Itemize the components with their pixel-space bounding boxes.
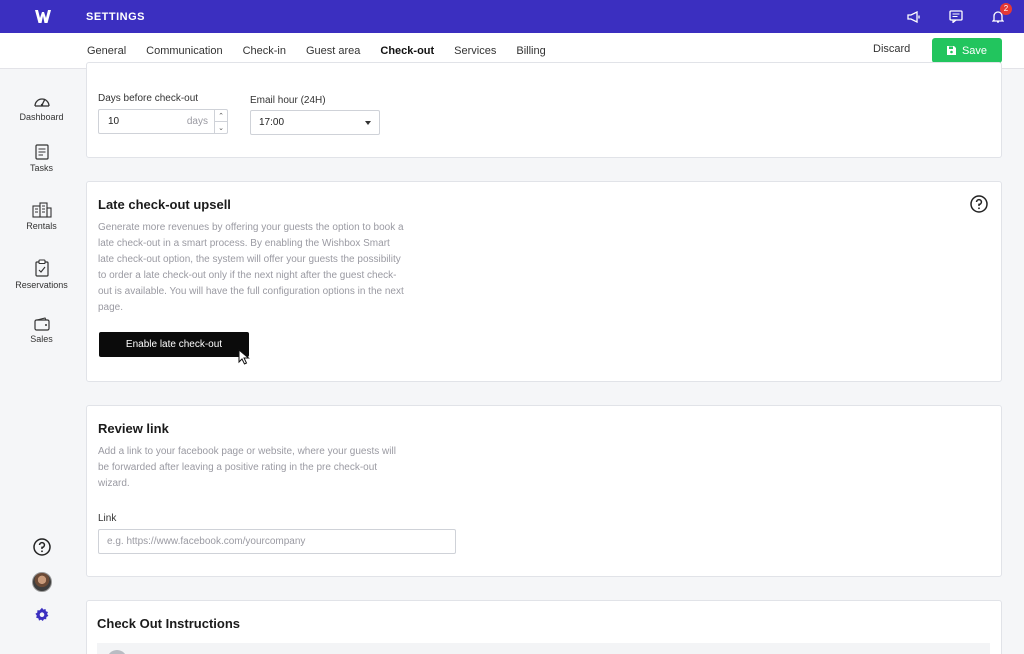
days-stepper[interactable]: ⌃ ⌄ xyxy=(214,110,227,133)
notification-badge: 2 xyxy=(1000,2,1012,15)
sidebar-item-reservations[interactable]: Reservations xyxy=(0,259,83,290)
avatar xyxy=(31,572,52,592)
email-hour-value: 17:00 xyxy=(259,117,285,128)
gear-icon xyxy=(34,607,48,621)
rentals-icon xyxy=(31,202,52,218)
stepper-down-icon[interactable]: ⌄ xyxy=(215,122,227,133)
checkout-instructions-card: Check Out Instructions xyxy=(86,600,1002,654)
days-value: 10 xyxy=(108,116,120,127)
days-before-label: Days before check-out xyxy=(98,93,199,104)
save-button[interactable]: Save xyxy=(932,38,1002,63)
tasks-icon xyxy=(34,144,49,160)
link-label: Link xyxy=(98,513,117,524)
instructions-editor[interactable] xyxy=(97,643,990,654)
user-avatar-button[interactable] xyxy=(0,572,83,592)
review-link-title: Review link xyxy=(98,421,169,436)
sidebar-item-rentals[interactable]: Rentals xyxy=(0,202,83,231)
reservations-icon xyxy=(34,259,49,277)
help-icon xyxy=(32,538,51,556)
checkout-reminder-card: Days before check-out 10 days ⌃ ⌄ Email … xyxy=(86,62,1002,158)
review-link-input[interactable] xyxy=(98,529,456,554)
save-label: Save xyxy=(961,44,988,57)
top-bar: SETTINGS 2 xyxy=(0,0,1024,33)
sidebar: Dashboard Tasks Rentals Reservations Sal… xyxy=(0,69,83,654)
sidebar-item-label: Sales xyxy=(30,334,53,344)
cursor-icon xyxy=(238,349,250,365)
sidebar-item-dashboard[interactable]: Dashboard xyxy=(0,93,83,122)
review-link-description: Add a link to your facebook page or webs… xyxy=(98,446,396,489)
sidebar-item-tasks[interactable]: Tasks xyxy=(0,144,83,173)
discard-button[interactable]: Discard xyxy=(873,33,910,65)
megaphone-icon[interactable] xyxy=(906,9,922,25)
logo-icon xyxy=(35,10,51,23)
dashboard-icon xyxy=(33,98,50,107)
sidebar-item-label: Tasks xyxy=(29,163,53,173)
days-before-input[interactable]: 10 days ⌃ ⌄ xyxy=(98,109,228,134)
app-title: SETTINGS xyxy=(86,10,146,23)
chat-icon[interactable] xyxy=(948,9,964,25)
avatar xyxy=(107,650,127,654)
late-checkout-title: Late check-out upsell xyxy=(98,197,231,212)
help-icon[interactable] xyxy=(970,195,988,213)
help-button[interactable] xyxy=(0,538,83,556)
email-hour-label: Email hour (24H) xyxy=(250,95,326,106)
checkout-instructions-title: Check Out Instructions xyxy=(97,616,241,631)
email-hour-select[interactable]: 17:00 xyxy=(250,110,380,135)
sidebar-item-label: Reservations xyxy=(15,280,68,290)
sidebar-item-label: Rentals xyxy=(26,221,57,231)
late-checkout-description: Generate more revenues by offering your … xyxy=(98,222,404,313)
chevron-down-icon xyxy=(365,120,371,125)
enable-late-checkout-button[interactable]: Enable late check-out xyxy=(99,332,249,357)
days-unit: days xyxy=(186,116,208,127)
sidebar-item-label: Dashboard xyxy=(19,112,64,122)
stepper-up-icon[interactable]: ⌃ xyxy=(215,110,227,122)
sidebar-item-sales[interactable]: Sales xyxy=(0,317,83,344)
wallet-icon xyxy=(33,317,50,331)
floppy-icon xyxy=(946,46,956,55)
brand-logo[interactable] xyxy=(0,0,86,33)
bell-icon[interactable]: 2 xyxy=(990,2,1012,25)
late-checkout-card: Late check-out upsell Generate more reve… xyxy=(86,181,1002,382)
settings-button[interactable] xyxy=(0,607,83,623)
review-link-card: Review link Add a link to your facebook … xyxy=(86,405,1002,577)
